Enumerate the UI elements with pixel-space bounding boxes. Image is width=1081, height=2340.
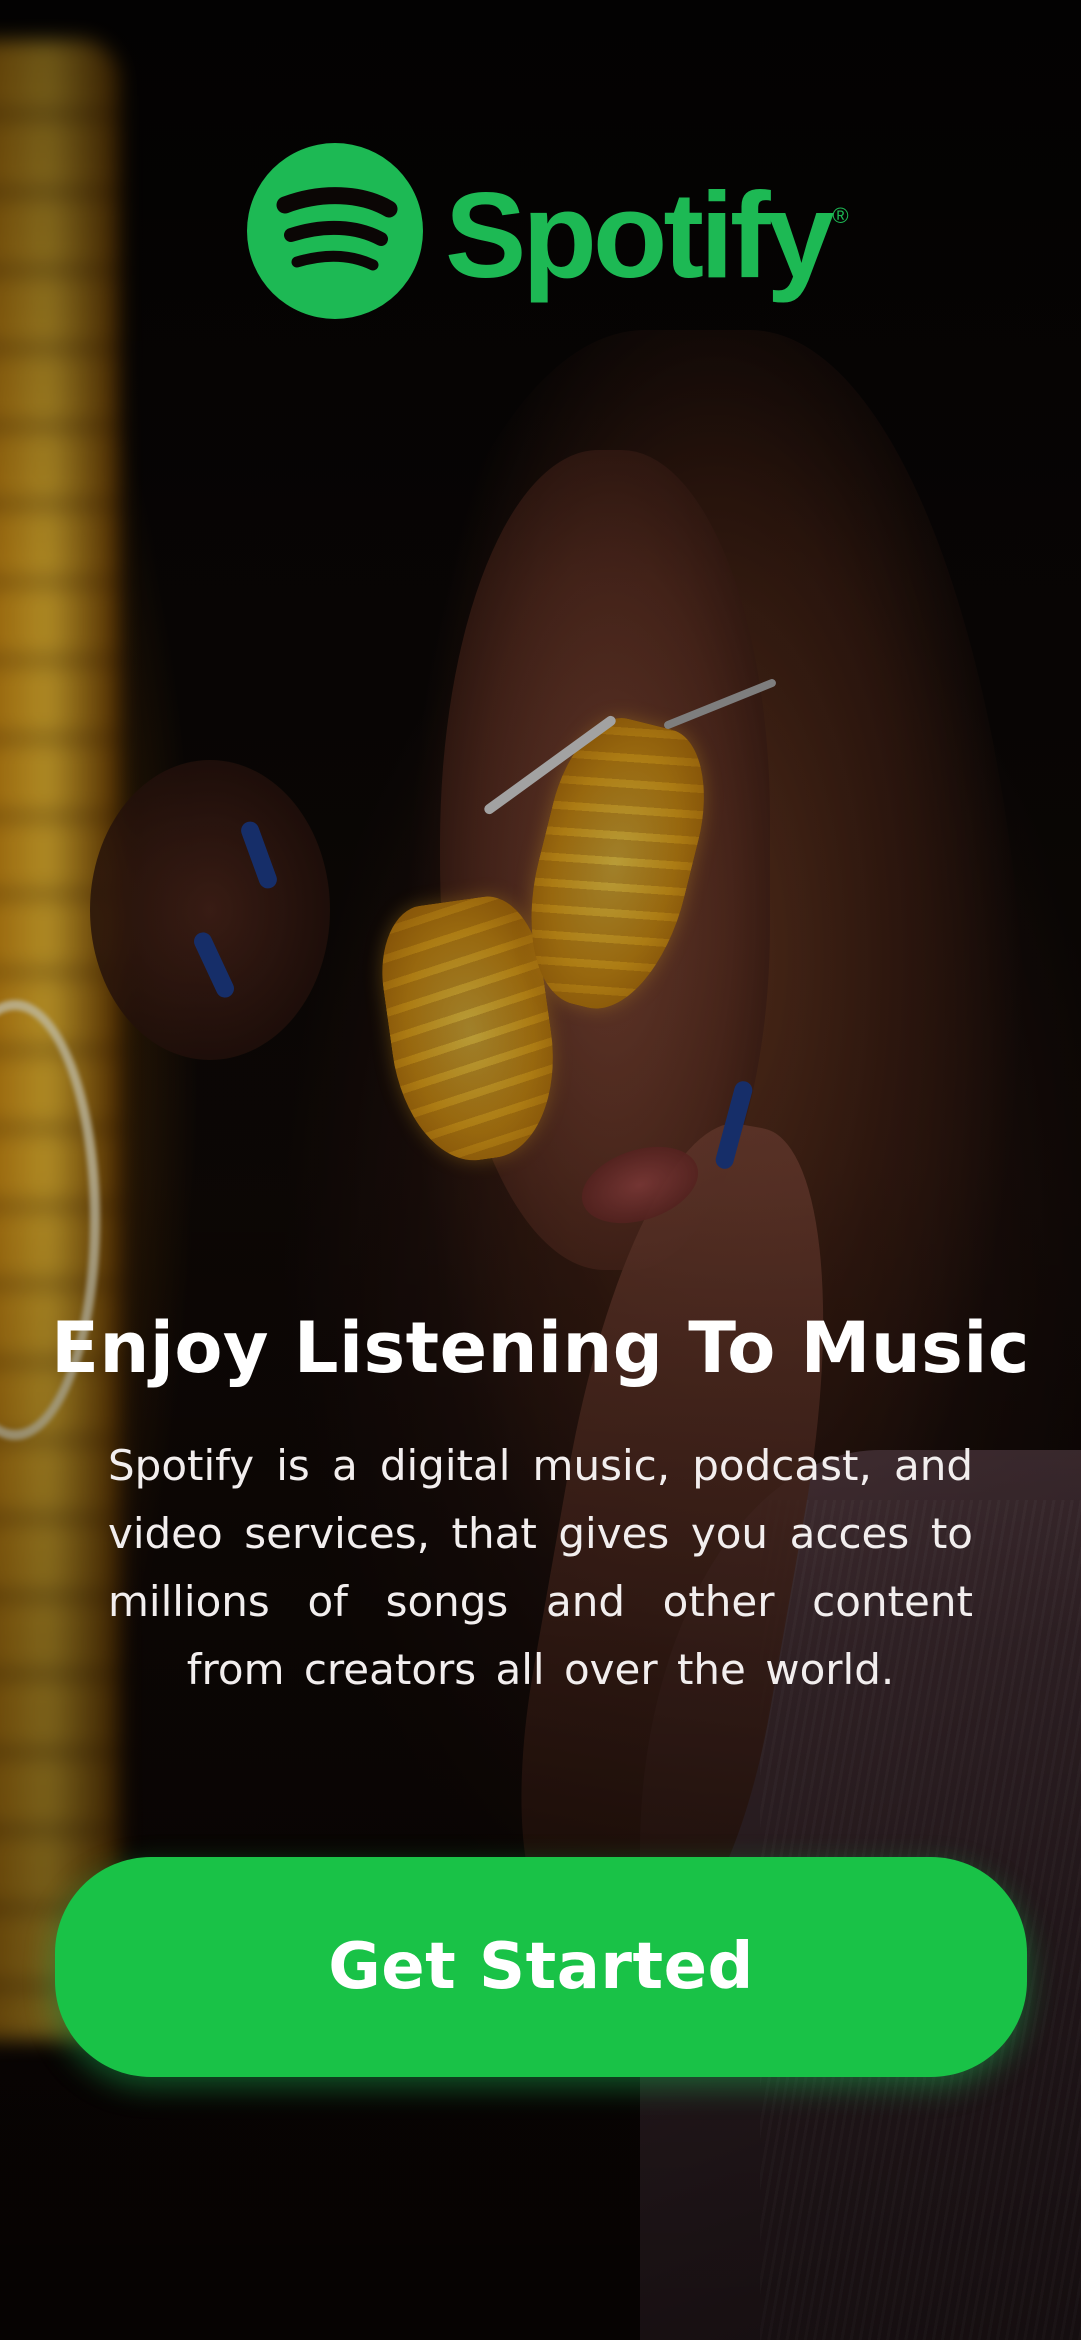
- headline: Enjoy Listening To Music: [51, 1307, 1030, 1389]
- spotify-logo: Spotify ®: [247, 143, 849, 319]
- spotify-logo-icon: [247, 143, 423, 319]
- onboarding-screen: Spotify ® Enjoy Listening To Music Spoti…: [0, 0, 1081, 2340]
- spotify-wordmark: Spotify: [445, 167, 834, 303]
- description: Spotify is a digital music, podcast, and…: [108, 1441, 973, 1694]
- registered-mark: ®: [832, 203, 849, 228]
- get-started-button[interactable]: Get Started: [55, 1857, 1027, 2077]
